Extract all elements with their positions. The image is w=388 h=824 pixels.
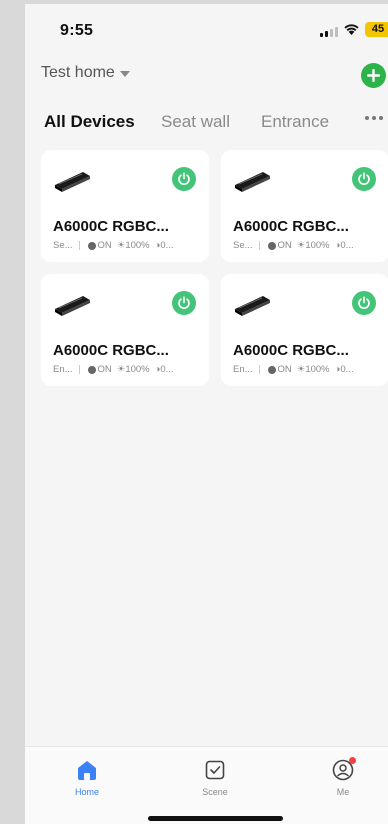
device-room: En... [233,364,253,375]
device-card[interactable]: A6000C RGBC... Se... ON ☀ 100% ◑ 0... [41,150,209,262]
light-fixture-icon [55,172,90,192]
device-state: ON [277,240,292,251]
device-brightness: 100% [125,240,150,251]
device-status: En... ON ☀ 100% ◑ 0... [233,364,354,375]
device-name: A6000C RGBC... [53,218,169,235]
device-card[interactable]: A6000C RGBC... Se... ON ☀ 100% ◑ 0... [221,150,388,262]
room-tabs: All Devices Seat wall Entrance [25,112,388,136]
more-tabs-icon[interactable] [365,116,383,120]
tab-home[interactable]: Home [47,757,127,797]
device-status: Se... ON ☀ 100% ◑ 0... [53,240,174,251]
device-brightness: 100% [125,364,150,375]
power-toggle-button[interactable] [352,167,376,191]
device-state: ON [97,364,112,375]
device-brightness: 100% [305,240,330,251]
on-status-icon [87,241,96,250]
power-icon [178,296,190,309]
brightness-icon: ☀ [296,364,306,375]
on-status-icon [267,241,276,250]
tab-seat-wall[interactable]: Seat wall [161,112,230,132]
device-state: ON [277,364,292,375]
home-name: Test home [41,64,115,81]
light-fixture-icon [235,172,270,192]
device-card[interactable]: A6000C RGBC... En... ON ☀ 100% ◑ 0... [41,274,209,386]
device-card[interactable]: A6000C RGBC... En... ON ☀ 100% ◑ 0... [221,274,388,386]
divider [78,365,80,374]
tab-me-label: Me [336,787,350,797]
device-brightness: 100% [305,364,330,375]
brightness-icon: ☀ [296,240,306,251]
device-name: A6000C RGBC... [233,218,349,235]
device-name: A6000C RGBC... [233,342,349,359]
device-state: ON [97,240,112,251]
divider [258,241,260,250]
bottom-tab-bar: Home Scene Me [25,746,388,824]
on-status-icon [267,365,276,374]
device-extra: 0... [160,364,174,375]
power-icon [358,172,370,185]
tab-home-label: Home [74,787,99,797]
caret-down-icon [119,71,130,77]
device-extra: 0... [340,364,354,375]
brightness-icon: ☀ [116,364,126,375]
tab-scene-label: Scene [202,787,228,797]
plus-icon [367,69,380,82]
on-status-icon [87,365,96,374]
device-name: A6000C RGBC... [53,342,169,359]
battery-indicator: 45 [365,22,388,37]
tab-scene[interactable]: Scene [175,757,255,797]
app-screen: 9:55 45 Test home All Devices Seat wall … [25,4,388,824]
tab-all-devices[interactable]: All Devices [44,112,135,132]
home-indicator [148,816,283,821]
home-icon [78,761,96,780]
power-toggle-button[interactable] [352,291,376,315]
brightness-icon: ☀ [116,240,126,251]
device-extra: 0... [160,240,174,251]
device-room: Se... [233,240,253,251]
add-device-button[interactable] [361,63,386,88]
device-status: Se... ON ☀ 100% ◑ 0... [233,240,354,251]
device-room: Se... [53,240,73,251]
home-selector[interactable]: Test home [41,64,130,82]
cellular-signal-icon [320,26,338,37]
power-icon [358,296,370,309]
power-icon [178,172,190,185]
device-status: En... ON ☀ 100% ◑ 0... [53,364,174,375]
status-time: 9:55 [60,22,94,39]
wifi-icon [344,24,359,35]
divider [78,241,80,250]
tab-me[interactable]: Me [303,757,383,797]
checkbox-icon [205,760,225,780]
status-bar: 9:55 45 [25,4,388,54]
device-room: En... [53,364,73,375]
tab-entrance[interactable]: Entrance [261,112,329,132]
device-extra: 0... [340,240,354,251]
power-toggle-button[interactable] [172,291,196,315]
power-toggle-button[interactable] [172,167,196,191]
light-fixture-icon [55,296,90,316]
light-fixture-icon [235,296,270,316]
divider [258,365,260,374]
notification-badge [349,757,356,764]
